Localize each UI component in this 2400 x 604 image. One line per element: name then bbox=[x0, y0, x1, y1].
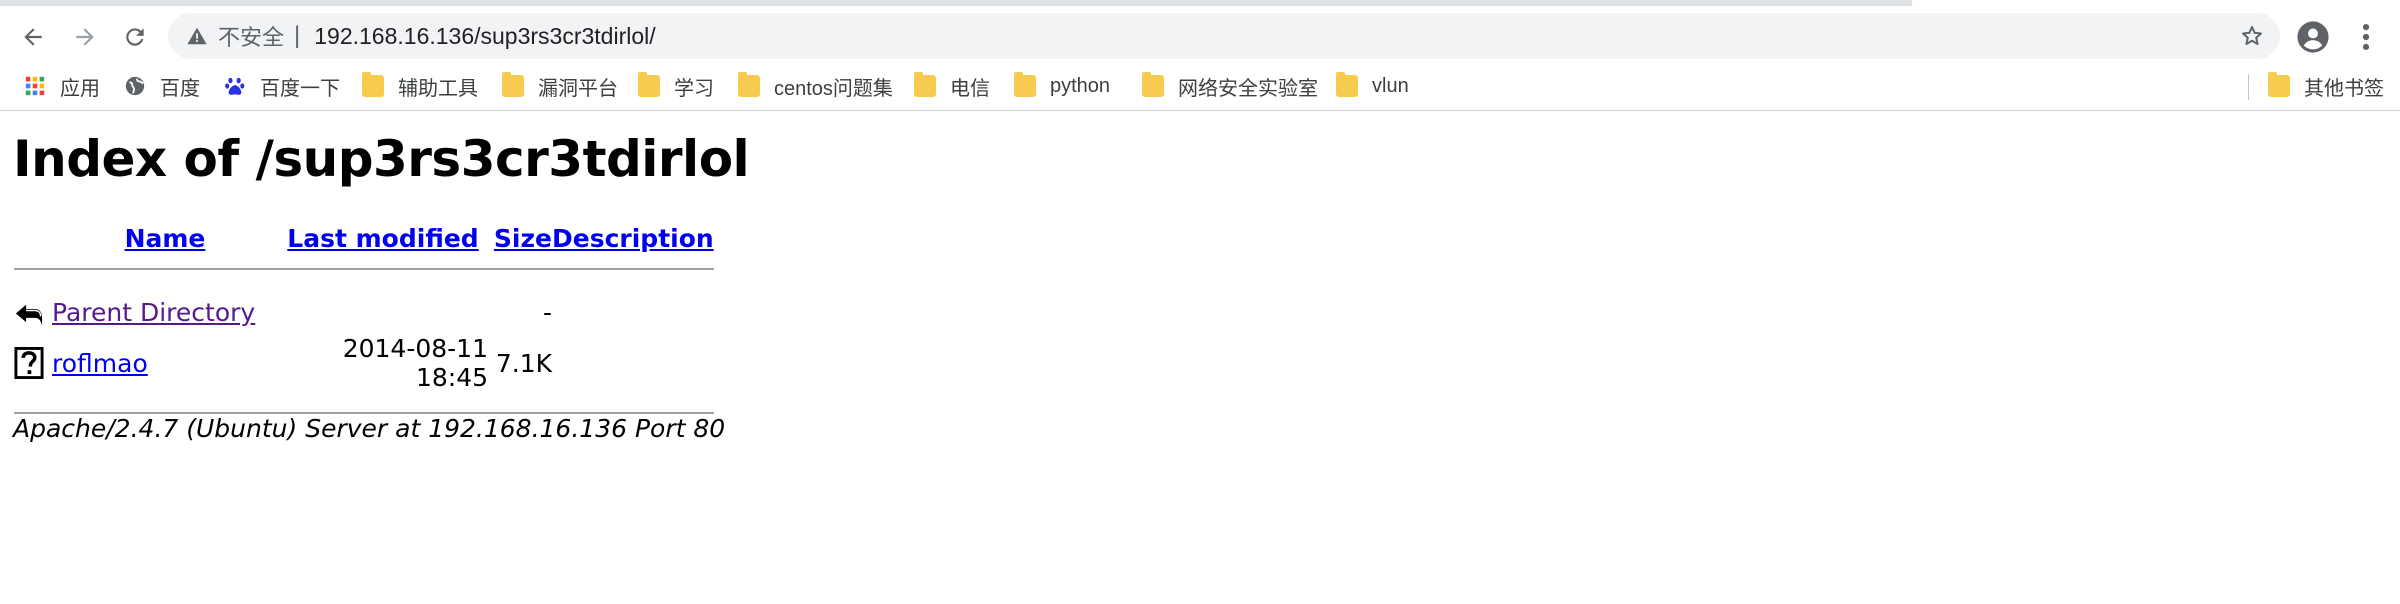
file-link-roflmao[interactable]: roflmao bbox=[52, 349, 148, 378]
server-signature: Apache/2.4.7 (Ubuntu) Server at 192.168.… bbox=[13, 414, 726, 443]
modified-cell bbox=[278, 293, 488, 331]
description-cell bbox=[552, 331, 714, 395]
bookmark-folder-python[interactable]: python bbox=[1014, 62, 1110, 110]
parent-directory-link[interactable]: Parent Directory bbox=[52, 298, 255, 327]
folder-icon bbox=[738, 72, 760, 97]
reload-icon bbox=[126, 28, 144, 46]
bookmark-label: 辅助工具 bbox=[398, 77, 478, 100]
sort-by-description-link[interactable]: Description bbox=[552, 224, 714, 253]
bookmark-label: 其他书签 bbox=[2304, 77, 2384, 100]
folder-icon bbox=[2268, 72, 2290, 97]
bookmarks-divider bbox=[2248, 74, 2249, 100]
folder-icon bbox=[1014, 72, 1036, 97]
address-bar[interactable]: 不安全 | 192.168.16.136/sup3rs3cr3tdirlol/ bbox=[168, 13, 2280, 59]
bookmarks-bar: 应用 百度 百度一下 辅助工具 漏洞平台 学习 centos问题集 电信 pyt… bbox=[0, 62, 2400, 111]
warning-triangle-icon bbox=[187, 27, 207, 45]
url-separator: | bbox=[294, 22, 301, 49]
baidu-paw-icon bbox=[225, 77, 245, 95]
back-arrow-icon bbox=[15, 304, 43, 326]
arrow-right-icon bbox=[76, 28, 94, 46]
directory-listing: Name Last modified Size Description Pare… bbox=[14, 224, 714, 417]
folder-icon bbox=[1142, 72, 1164, 97]
bookmark-folder-telecom[interactable]: 电信 bbox=[914, 62, 990, 110]
reload-button[interactable] bbox=[112, 14, 158, 60]
folder-icon bbox=[1336, 72, 1358, 97]
bookmark-apps[interactable]: 应用 bbox=[24, 62, 100, 110]
bookmark-folder-tools[interactable]: 辅助工具 bbox=[362, 62, 478, 110]
folder-icon bbox=[502, 72, 524, 97]
page-content: Index of /sup3rs3cr3tdirlol Name Last mo… bbox=[0, 112, 2400, 443]
folder-icon bbox=[362, 72, 384, 97]
bookmark-label: 漏洞平台 bbox=[538, 77, 618, 100]
apps-grid-icon bbox=[25, 76, 45, 96]
kebab-menu-icon[interactable] bbox=[2352, 20, 2380, 54]
url-text[interactable]: 192.168.16.136/sup3rs3cr3tdirlol/ bbox=[314, 23, 655, 50]
bookmark-folder-centos[interactable]: centos问题集 bbox=[738, 62, 893, 110]
bookmark-folder-security-lab[interactable]: 网络安全实验室 bbox=[1142, 62, 1318, 110]
table-row: Parent Directory - bbox=[14, 293, 714, 331]
bookmark-label: 电信 bbox=[950, 77, 990, 100]
bookmark-label: 网络安全实验室 bbox=[1178, 77, 1318, 100]
table-row: roflmao 2014-08-11 18:45 7.1K bbox=[14, 331, 714, 395]
divider bbox=[14, 268, 714, 270]
size-cell: 7.1K bbox=[495, 348, 552, 378]
folder-icon bbox=[914, 72, 936, 97]
bookmark-label: 应用 bbox=[60, 77, 100, 100]
bookmark-other[interactable]: 其他书签 bbox=[2268, 62, 2384, 110]
header-row: Name Last modified Size Description bbox=[14, 224, 714, 265]
insecure-label[interactable]: 不安全 bbox=[218, 20, 284, 52]
bookmark-folder-study[interactable]: 学习 bbox=[638, 62, 714, 110]
account-icon[interactable] bbox=[2296, 20, 2330, 54]
bookmark-label: vlun bbox=[1372, 74, 1409, 97]
folder-icon bbox=[638, 72, 660, 97]
bookmark-label: centos问题集 bbox=[774, 77, 893, 100]
size-cell: - bbox=[542, 297, 552, 327]
globe-icon bbox=[125, 76, 145, 96]
modified-cell: 2014-08-11 18:45 bbox=[342, 334, 488, 392]
bookmark-label: 百度一下 bbox=[260, 77, 340, 100]
bookmark-label: 百度 bbox=[160, 77, 200, 100]
browser-toolbar: 不安全 | 192.168.16.136/sup3rs3cr3tdirlol/ bbox=[0, 6, 2400, 62]
sort-by-modified-link[interactable]: Last modified bbox=[287, 224, 478, 253]
bookmark-baidu[interactable]: 百度 bbox=[124, 62, 200, 110]
forward-button[interactable] bbox=[62, 14, 108, 60]
arrow-left-icon bbox=[24, 28, 42, 46]
description-cell bbox=[552, 293, 714, 331]
unknown-file-icon bbox=[14, 347, 44, 379]
bookmark-baidu-search[interactable]: 百度一下 bbox=[224, 62, 340, 110]
back-button[interactable] bbox=[10, 14, 56, 60]
bookmark-folder-vuln-platform[interactable]: 漏洞平台 bbox=[502, 62, 618, 110]
bookmark-folder-vlun[interactable]: vlun bbox=[1336, 62, 1409, 110]
sort-by-size-link[interactable]: Size bbox=[494, 224, 552, 253]
sort-by-name-link[interactable]: Name bbox=[125, 224, 206, 253]
page-title: Index of /sup3rs3cr3tdirlol bbox=[13, 130, 750, 188]
bookmark-label: 学习 bbox=[674, 77, 714, 100]
bookmark-label: python bbox=[1050, 74, 1111, 97]
bookmark-star-icon[interactable] bbox=[2240, 24, 2264, 48]
